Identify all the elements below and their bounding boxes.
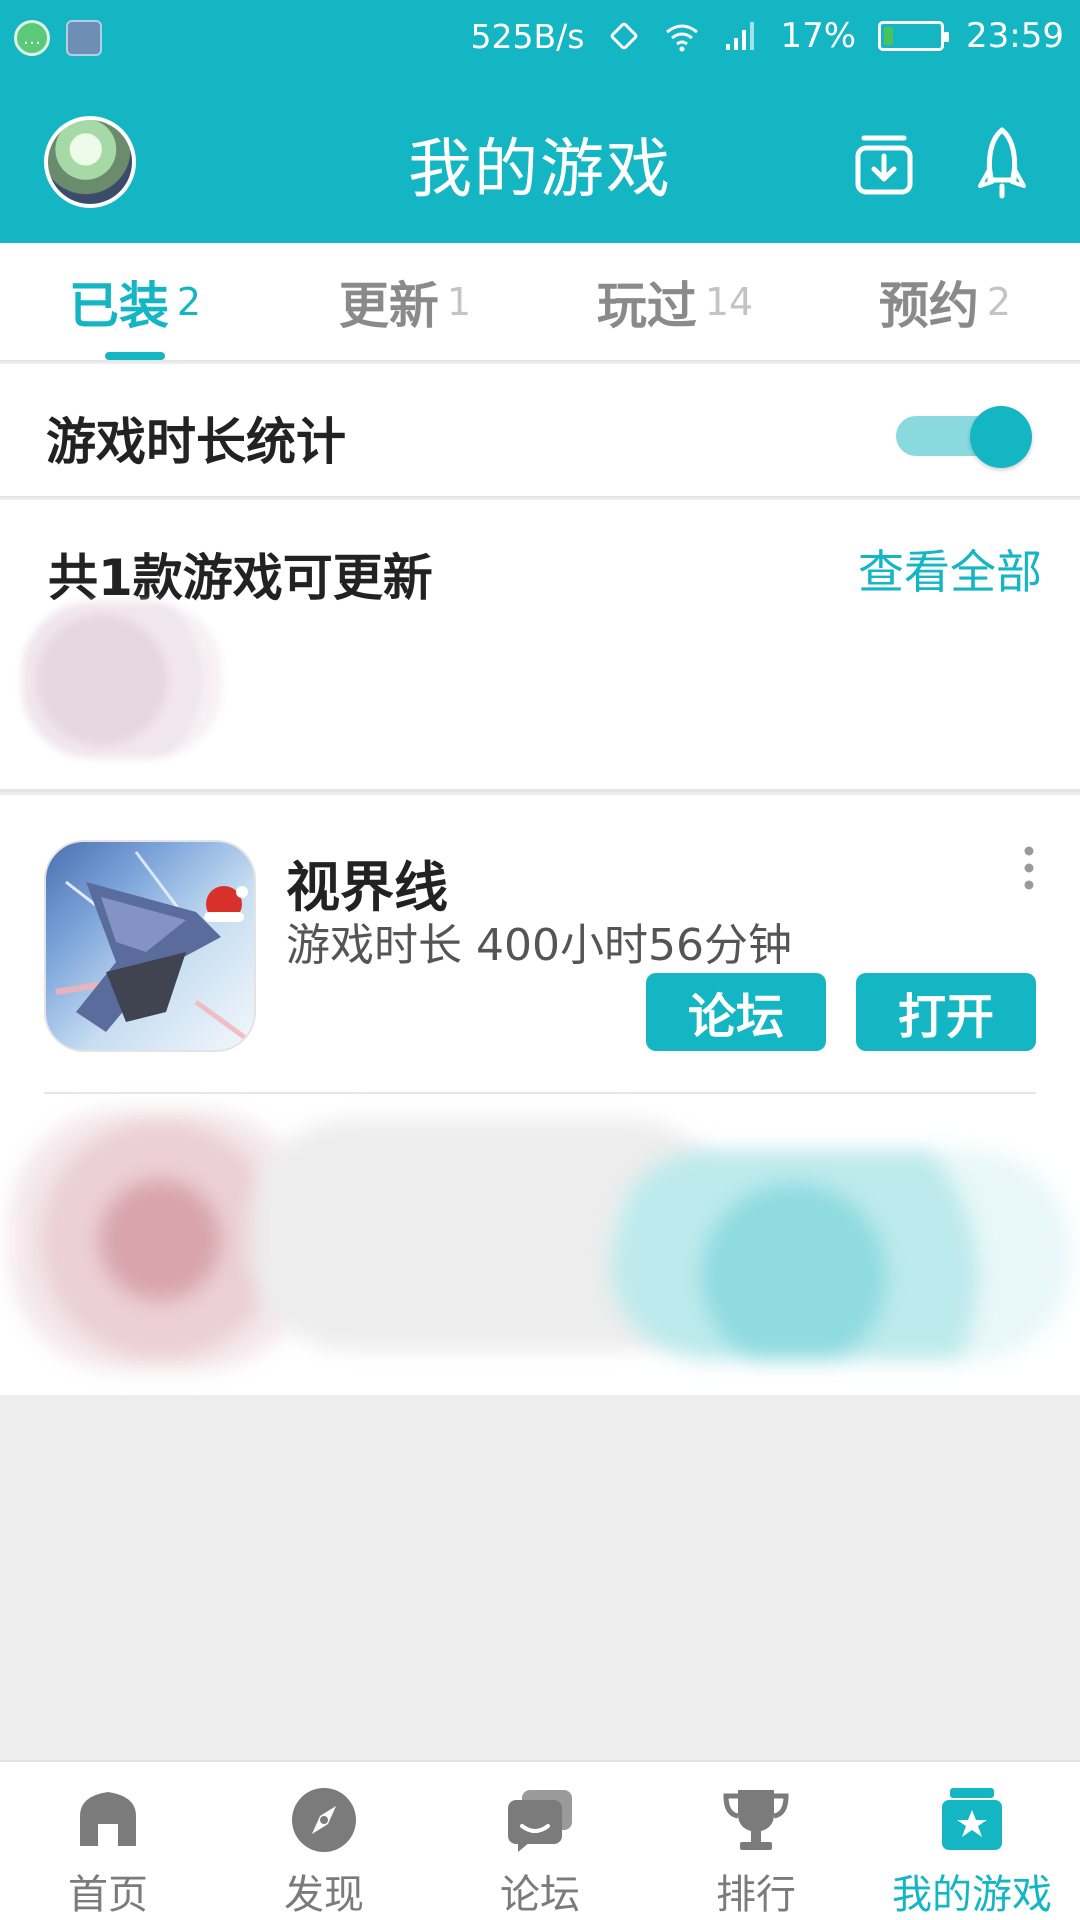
playtime-stats-label: 游戏时长统计: [46, 413, 346, 471]
rotate-lock-icon: [611, 22, 638, 50]
status-bar: … 525B/s 17% 23:59: [0, 0, 1080, 78]
playtime-stats-toggle[interactable]: [896, 406, 1032, 468]
trophy-icon: [723, 1790, 789, 1850]
nav-ranking[interactable]: 排行: [648, 1762, 864, 1920]
tab-label: 玩过: [596, 276, 697, 335]
spaceship-icon: [55, 851, 253, 1045]
notification-icons: …: [14, 20, 102, 56]
nav-label: 排行: [716, 1872, 796, 1918]
nav-my-games[interactable]: 我的游戏: [864, 1762, 1080, 1920]
updates-section: 共1款游戏可更新 查看全部: [0, 500, 1080, 792]
updates-title: 共1款游戏可更新: [48, 549, 433, 607]
battery-icon: [878, 21, 950, 51]
nav-label: 首页: [68, 1872, 148, 1918]
my-games-icon: [942, 1788, 1002, 1850]
blurred-list-item[interactable]: [0, 1100, 1080, 1400]
signal-icon: [726, 22, 755, 50]
download-manager-icon[interactable]: [844, 124, 924, 204]
nav-label: 发现: [284, 1872, 364, 1918]
update-game-icon[interactable]: [22, 602, 222, 758]
forum-button[interactable]: 论坛: [646, 973, 826, 1051]
open-game-button[interactable]: 打开: [856, 973, 1036, 1051]
tab-label: 已装: [68, 276, 169, 335]
nav-forum[interactable]: 论坛: [432, 1762, 648, 1920]
home-icon: [80, 1792, 136, 1846]
battery-level: [884, 27, 894, 45]
nav-label: 我的游戏: [892, 1872, 1052, 1918]
battery-percent: 17%: [780, 16, 857, 56]
chat-icon: [508, 1790, 572, 1852]
tab-active-indicator: [105, 352, 165, 360]
bottom-navigation: 首页 发现 论坛 排行 我的游戏: [0, 1760, 1080, 1920]
list-divider: [44, 1092, 1036, 1094]
tab-bar: 已装 2 更新 1 玩过 14 预约 2: [0, 243, 1080, 362]
blur-region: [610, 1150, 1070, 1360]
compass-icon: [292, 1788, 356, 1852]
tab-updates[interactable]: 更新 1: [270, 243, 540, 360]
tab-count: 2: [176, 279, 202, 324]
app-header: 我的游戏: [0, 78, 1080, 243]
tab-label: 更新: [338, 276, 439, 335]
tab-count: 1: [446, 279, 472, 324]
app-notification-icon: [66, 20, 102, 56]
system-status: 525B/s 17% 23:59: [471, 16, 1065, 56]
game-playtime: 游戏时长 400小时56分钟: [286, 920, 792, 971]
view-all-link[interactable]: 查看全部: [858, 536, 1042, 602]
clock: 23:59: [966, 16, 1064, 56]
tab-label: 预约: [878, 276, 979, 335]
nav-discover[interactable]: 发现: [216, 1762, 432, 1920]
playtime-stats-row: 游戏时长统计: [0, 364, 1080, 498]
installed-games-list: 视界线 游戏时长 400小时56分钟 论坛 打开: [0, 795, 1080, 1395]
more-options-icon[interactable]: [1014, 843, 1044, 893]
game-icon[interactable]: [44, 840, 256, 1052]
net-speed: 525B/s: [470, 16, 585, 56]
chat-notification-icon: …: [14, 20, 50, 56]
tab-reserved[interactable]: 预约 2: [810, 243, 1080, 360]
tab-installed[interactable]: 已装 2: [0, 243, 270, 360]
toggle-thumb: [970, 406, 1032, 468]
nav-home[interactable]: 首页: [0, 1762, 216, 1920]
rocket-icon[interactable]: [962, 124, 1042, 204]
tab-count: 14: [704, 279, 754, 324]
tab-played[interactable]: 玩过 14: [540, 243, 810, 360]
tab-count: 2: [986, 279, 1012, 324]
nav-label: 论坛: [500, 1872, 580, 1918]
wifi-icon: [666, 24, 699, 52]
